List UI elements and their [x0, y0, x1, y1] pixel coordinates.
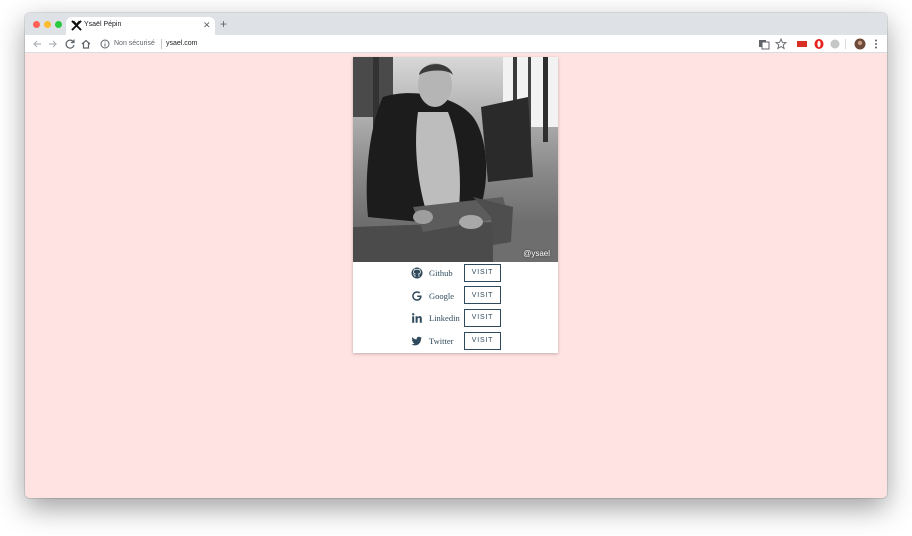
bookmark-star-icon[interactable] — [775, 38, 787, 50]
close-window-icon[interactable] — [33, 21, 40, 28]
profile-photo: @ysael — [353, 57, 558, 262]
maximize-window-icon[interactable] — [55, 21, 62, 28]
home-icon[interactable] — [80, 38, 92, 50]
opera-extension-icon[interactable] — [813, 38, 825, 50]
extension-red-icon[interactable] — [796, 38, 808, 50]
link-label-google: Google — [429, 290, 455, 301]
profile-photo-image — [353, 57, 558, 262]
github-icon — [411, 267, 423, 279]
social-links: Github VISIT Google VISIT Linkedin VISIT… — [353, 262, 558, 353]
address-bar[interactable]: Non sécurisé ysael.com — [95, 36, 753, 52]
new-tab-icon[interactable]: + — [220, 17, 227, 31]
forward-arrow-icon[interactable] — [47, 38, 59, 50]
url-text[interactable]: ysael.com — [166, 40, 198, 47]
link-label-twitter: Twitter — [429, 336, 454, 347]
browser-tab[interactable]: Ysaël Pépin ✕ — [66, 17, 215, 35]
profile-card: @ysael Github VISIT Google VISIT Linkedi… — [353, 57, 558, 353]
profile-avatar-icon[interactable] — [854, 38, 866, 50]
translate-icon[interactable] — [758, 38, 770, 50]
browser-toolbar: Non sécurisé ysael.com — [25, 35, 887, 53]
minimize-window-icon[interactable] — [44, 21, 51, 28]
toolbar-divider — [845, 39, 846, 49]
tab-bar: Ysaël Pépin ✕ + — [25, 13, 887, 35]
photo-watermark: @ysael — [523, 249, 550, 258]
site-favicon-icon — [71, 20, 82, 31]
visit-github-button[interactable]: VISIT — [464, 263, 501, 282]
link-row-twitter: Twitter VISIT — [353, 330, 558, 353]
url-divider — [161, 39, 162, 49]
info-icon[interactable] — [100, 39, 110, 49]
visit-twitter-button[interactable]: VISIT — [464, 331, 501, 350]
back-arrow-icon[interactable] — [31, 38, 43, 50]
tab-title: Ysaël Pépin — [84, 21, 122, 28]
link-label-linkedin: Linkedin — [429, 313, 460, 324]
link-row-linkedin: Linkedin VISIT — [353, 307, 558, 330]
linkedin-icon — [412, 313, 422, 324]
google-icon — [412, 290, 422, 301]
extension-grey-icon[interactable] — [829, 38, 841, 50]
browser-window: Ysaël Pépin ✕ + Non sécurisé ysael.com @… — [25, 13, 887, 498]
menu-kebab-icon[interactable] — [870, 38, 882, 50]
link-row-github: Github VISIT — [353, 262, 558, 285]
twitter-icon — [411, 336, 422, 346]
link-label-github: Github — [429, 268, 453, 278]
visit-google-button[interactable]: VISIT — [464, 286, 501, 305]
close-tab-icon[interactable]: ✕ — [203, 19, 211, 31]
security-status[interactable]: Non sécurisé — [114, 40, 155, 47]
reload-icon[interactable] — [64, 38, 76, 50]
link-row-google: Google VISIT — [353, 285, 558, 308]
visit-linkedin-button[interactable]: VISIT — [464, 308, 501, 327]
page-content: @ysael Github VISIT Google VISIT Linkedi… — [25, 54, 887, 498]
